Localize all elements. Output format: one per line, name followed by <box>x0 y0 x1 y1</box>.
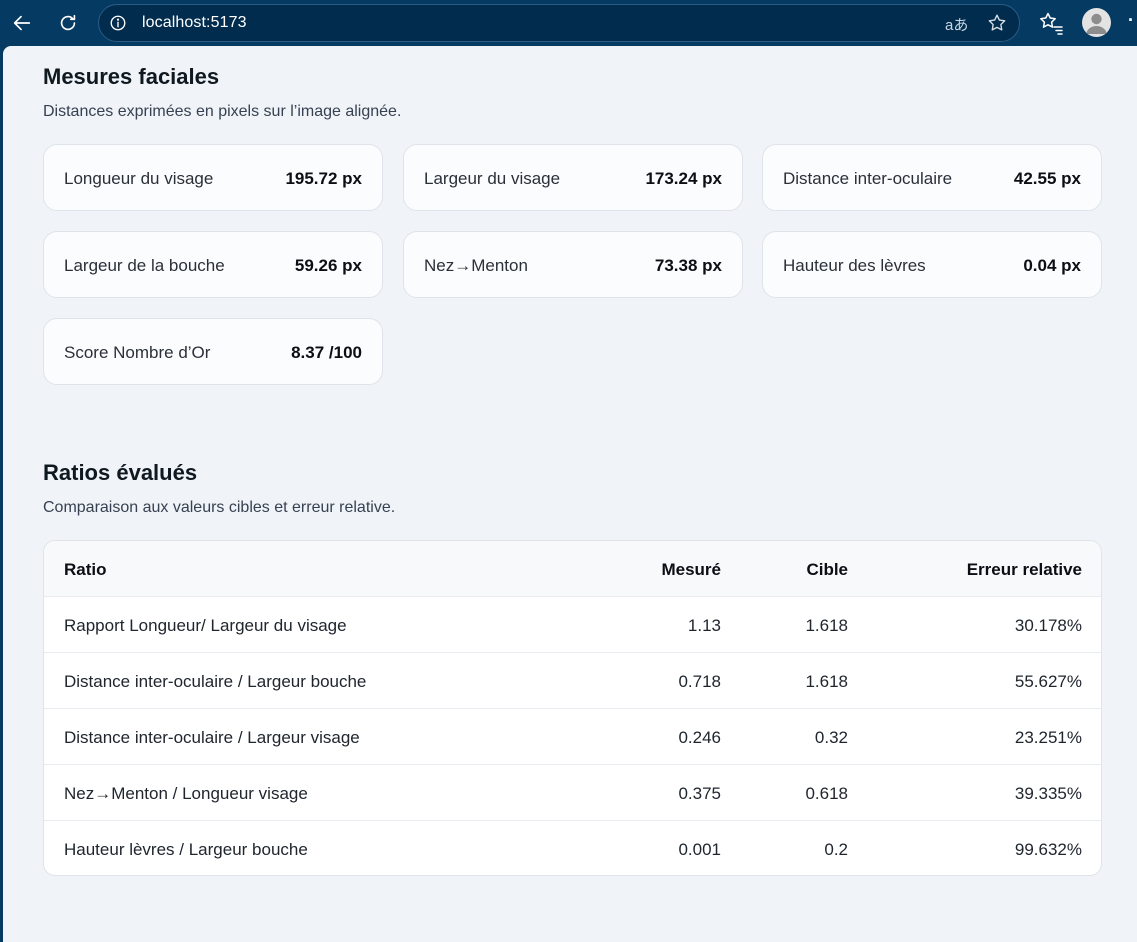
measure-label: Score Nombre d’Or <box>64 343 211 362</box>
url-text[interactable]: localhost:5173 <box>142 14 247 32</box>
cell-ratio: Nez→Menton / Longueur visage <box>64 784 308 803</box>
cell-erreur: 39.335% <box>1014 784 1082 803</box>
user-icon <box>1086 13 1107 34</box>
table-row: Rapport Longueur/ Largeur du visage 1.13… <box>44 596 1101 652</box>
measure-value: 42.55 px <box>1013 169 1081 188</box>
measure-label: Nez→Menton <box>424 256 528 275</box>
measure-value: 59.26 px <box>294 256 362 275</box>
cell-erreur: 55.627% <box>1014 672 1082 691</box>
cell-cible: 0.32 <box>814 728 848 747</box>
page-content: Mesures faciales Distances exprimées en … <box>3 46 1137 942</box>
measure-card: Longueur du visage 195.72 px <box>43 144 383 211</box>
measure-label: Largeur du visage <box>424 169 561 188</box>
read-aloud-icon[interactable]: aあ <box>945 14 968 35</box>
cell-ratio: Distance inter-oculaire / Largeur bouche <box>64 672 367 691</box>
back-button[interactable] <box>5 6 39 40</box>
browser-toolbar: localhost:5173 aあ · <box>0 0 1137 46</box>
cell-ratio: Distance inter-oculaire / Largeur visage <box>64 728 360 747</box>
more-menu-icon[interactable]: · <box>1128 10 1135 31</box>
measure-value: 0.04 px <box>1023 256 1081 275</box>
favorites-icon[interactable] <box>1038 10 1064 36</box>
measure-label: Longueur du visage <box>64 169 214 188</box>
info-icon[interactable] <box>109 14 127 32</box>
measure-value: 195.72 px <box>285 169 362 188</box>
cell-mesure: 0.375 <box>678 784 721 803</box>
cell-cible: 1.618 <box>805 672 848 691</box>
cell-cible: 0.618 <box>805 784 848 803</box>
arrow-left-icon <box>13 15 31 31</box>
cell-cible: 0.2 <box>824 840 848 859</box>
cell-mesure: 0.718 <box>678 672 721 691</box>
measure-value: 8.37 /100 <box>291 343 362 362</box>
measure-card: Largeur du visage 173.24 px <box>403 144 743 211</box>
reload-button[interactable] <box>51 6 85 40</box>
cell-cible: 1.618 <box>805 616 848 635</box>
header-ratio: Ratio <box>64 560 107 579</box>
mesures-title: Mesures faciales <box>43 64 220 89</box>
table-row: Nez→Menton / Longueur visage 0.375 0.618… <box>44 764 1101 820</box>
address-bar[interactable]: localhost:5173 aあ <box>98 4 1020 42</box>
golden-ratio-score-card: Score Nombre d’Or 8.37 /100 <box>43 318 383 385</box>
measure-card: Nez→Menton 73.38 px <box>403 231 743 298</box>
table-row: Distance inter-oculaire / Largeur visage… <box>44 708 1101 764</box>
measure-label: Distance inter-oculaire <box>783 169 953 188</box>
star-icon[interactable] <box>986 12 1008 34</box>
ratios-table: Ratio Mesuré Cible Erreur relative Rappo… <box>43 540 1102 876</box>
cell-mesure: 0.001 <box>678 840 721 859</box>
cell-mesure: 1.13 <box>687 616 721 635</box>
cell-erreur: 23.251% <box>1014 728 1082 747</box>
cell-ratio: Hauteur lèvres / Largeur bouche <box>64 840 308 859</box>
table-row: Distance inter-oculaire / Largeur bouche… <box>44 652 1101 708</box>
measure-label: Largeur de la bouche <box>64 256 225 275</box>
measure-card: Largeur de la bouche 59.26 px <box>43 231 383 298</box>
measure-value: 73.38 px <box>654 256 722 275</box>
table-row: Hauteur lèvres / Largeur bouche 0.001 0.… <box>44 820 1101 875</box>
measure-card: Hauteur des lèvres 0.04 px <box>762 231 1102 298</box>
cell-mesure: 0.246 <box>678 728 721 747</box>
reload-icon <box>60 14 76 31</box>
measure-value: 173.24 px <box>645 169 722 188</box>
header-erreur: Erreur relative <box>966 560 1082 579</box>
measure-label: Hauteur des lèvres <box>783 256 926 275</box>
table-header: Ratio Mesuré Cible Erreur relative <box>44 541 1101 596</box>
ratios-subtitle: Comparaison aux valeurs cibles et erreur… <box>43 499 396 516</box>
measure-card: Distance inter-oculaire 42.55 px <box>762 144 1102 211</box>
cell-erreur: 30.178% <box>1014 616 1082 635</box>
mesures-subtitle: Distances exprimées en pixels sur l’imag… <box>43 103 402 120</box>
header-cible: Cible <box>806 560 848 579</box>
profile-avatar[interactable] <box>1082 8 1111 37</box>
ratios-title: Ratios évalués <box>43 460 198 485</box>
cell-ratio: Rapport Longueur/ Largeur du visage <box>64 616 347 635</box>
cell-erreur: 99.632% <box>1014 840 1082 859</box>
header-mesure: Mesuré <box>661 560 721 579</box>
